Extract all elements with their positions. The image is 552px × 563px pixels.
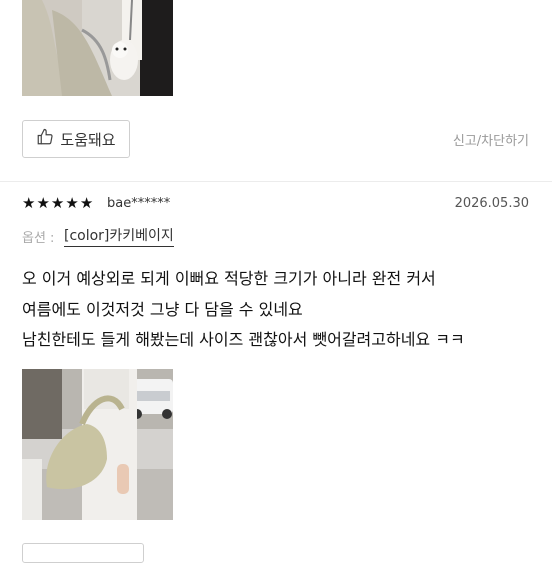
review-photo-previous[interactable] (22, 0, 173, 96)
star-icon: ★ (36, 194, 50, 212)
star-icon: ★ (65, 194, 79, 212)
thumbs-up-icon (36, 128, 54, 150)
star-icon: ★ (79, 194, 94, 212)
helpful-button[interactable]: 도움돼요 (22, 120, 130, 158)
reviewer-name: bae****** (107, 196, 171, 211)
star-icon: ★ (22, 194, 36, 212)
star-icon: ★ (50, 194, 65, 212)
review-date: 2026.05.30 (454, 196, 529, 211)
review-text-line: 남친한테도 들게 해봤는데 사이즈 괜찮아서 뺏어갈려고하네요 ㅋㅋ (22, 330, 465, 349)
option-label: 옵션 : (22, 231, 55, 246)
rating-stars: ★ ★ ★ ★ ★ (22, 196, 93, 211)
option-value: [color]카키베이지 (64, 225, 174, 247)
report-block-link[interactable]: 신고/차단하기 (453, 130, 529, 149)
review-text-line: 오 이거 예상외로 되게 이뻐요 적당한 크기가 아니라 완전 커서 (22, 269, 436, 288)
helpful-button-next[interactable] (22, 543, 144, 563)
review-photo[interactable] (22, 369, 173, 520)
review-divider (0, 181, 552, 182)
review-text-line: 여름에도 이것저것 그냥 다 담을 수 있네요 (22, 300, 303, 319)
helpful-label: 도움돼요 (60, 130, 116, 149)
